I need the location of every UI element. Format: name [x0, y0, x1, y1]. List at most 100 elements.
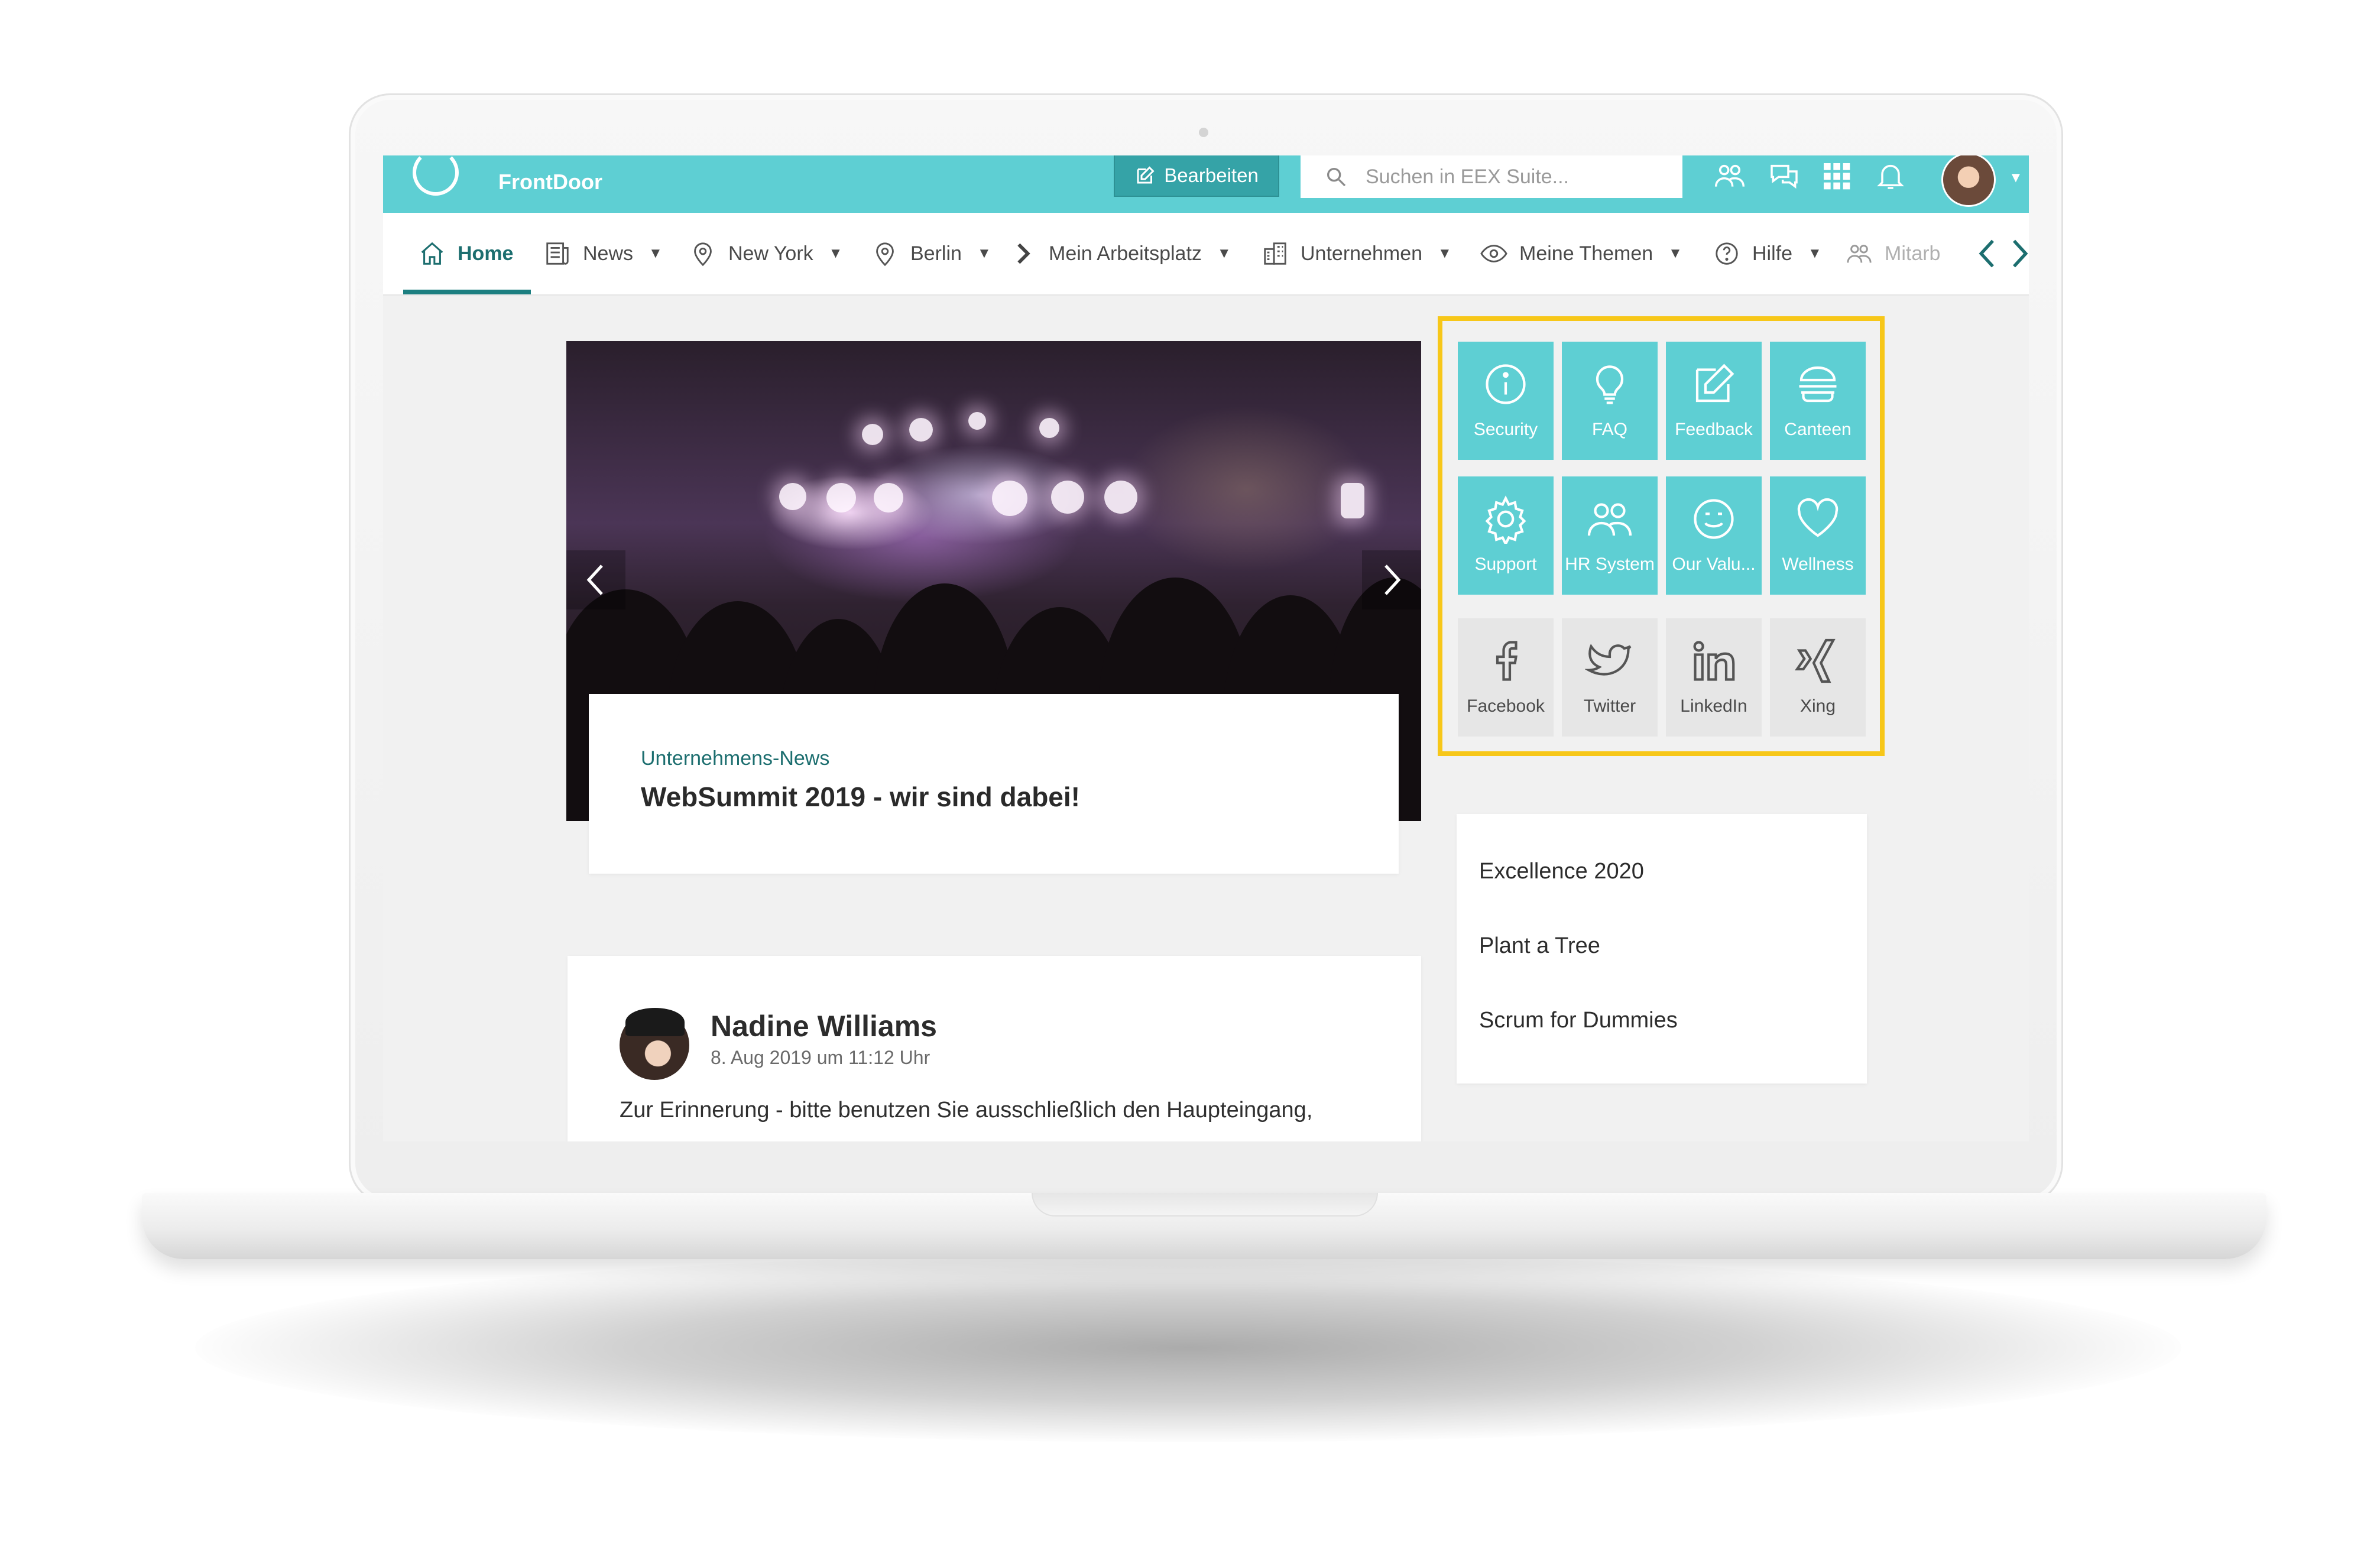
- nav-item-hilfe[interactable]: Hilfe ▼: [1713, 213, 1822, 294]
- quick-link-linkedin[interactable]: LinkedIn: [1666, 618, 1762, 737]
- caret-down-icon: ▼: [1438, 245, 1452, 261]
- edit-button[interactable]: Bearbeiten: [1114, 155, 1279, 197]
- chevron-left-icon[interactable]: [1976, 238, 1999, 270]
- tile-label: Xing: [1799, 696, 1836, 716]
- chevron-right-icon: [1384, 565, 1401, 595]
- home-icon: [421, 242, 443, 265]
- topic-link[interactable]: Scrum for Dummies: [1479, 1005, 1867, 1080]
- lightbulb-icon: [1596, 365, 1624, 404]
- laptop-notch: [1032, 1193, 1378, 1217]
- tile-label: Twitter: [1583, 696, 1636, 716]
- caret-down-icon: ▼: [1808, 245, 1822, 261]
- chevron-right-icon: [1017, 243, 1030, 264]
- nav-item-new-york[interactable]: New York ▼: [689, 213, 842, 294]
- nav-label: Meine Themen: [1519, 242, 1653, 265]
- quick-link-wellness[interactable]: Wellness: [1770, 476, 1866, 595]
- nav-item-home[interactable]: Home: [419, 213, 513, 294]
- smile-icon: [1694, 499, 1734, 539]
- post-date: 8. Aug 2019 um 11:12 Uhr: [711, 1047, 930, 1068]
- laptop-shadow: [195, 1253, 2181, 1442]
- caret-down-icon: ▼: [1668, 245, 1682, 261]
- stage-light: [909, 418, 933, 442]
- nav-item-meine-themen[interactable]: Meine Themen ▼: [1480, 213, 1682, 294]
- search-input[interactable]: Suchen in EEX Suite...: [1301, 155, 1682, 198]
- stage-light: [1104, 481, 1137, 514]
- news-headline[interactable]: WebSummit 2019 - wir sind dabei!: [641, 781, 1347, 813]
- carousel-prev-button[interactable]: [566, 550, 625, 609]
- tile-label: FAQ: [1591, 420, 1627, 439]
- twitter-icon: [1585, 644, 1632, 676]
- tile-label: HR System: [1565, 554, 1655, 574]
- location-pin-icon: [694, 242, 712, 267]
- chat-icon[interactable]: [1768, 159, 1801, 192]
- location-pin-icon: [876, 242, 894, 267]
- quick-link-canteen[interactable]: Canteen: [1770, 342, 1866, 460]
- caret-down-icon[interactable]: ▼: [2009, 170, 2023, 186]
- facebook-icon: [1496, 641, 1518, 681]
- quick-link-twitter[interactable]: Twitter: [1562, 618, 1658, 737]
- nav-item-berlin[interactable]: Berlin ▼: [871, 213, 991, 294]
- quick-link-faq[interactable]: FAQ: [1562, 342, 1658, 460]
- caret-down-icon: ▼: [828, 245, 843, 261]
- people-icon[interactable]: [1713, 159, 1746, 192]
- quick-link-hr-system[interactable]: HR System: [1562, 476, 1658, 595]
- nav-item-news[interactable]: News ▼: [544, 213, 663, 294]
- nav-item-mitarbeiter[interactable]: Mitarb: [1846, 213, 1940, 294]
- stage-light: [862, 424, 883, 445]
- tile-label: LinkedIn: [1680, 696, 1747, 716]
- tile-label: Facebook: [1467, 696, 1545, 716]
- user-avatar[interactable]: [1941, 155, 1996, 207]
- quick-link-our-values[interactable]: Our Valu...: [1666, 476, 1762, 595]
- carousel-next-button[interactable]: [1362, 550, 1421, 609]
- apps-grid-icon[interactable]: [1820, 159, 1853, 192]
- quick-link-feedback[interactable]: Feedback: [1666, 342, 1762, 460]
- tile-label: Support: [1474, 554, 1537, 574]
- newspaper-icon: [546, 242, 569, 265]
- people-icon: [1587, 503, 1632, 536]
- chevron-left-icon: [586, 565, 603, 595]
- caret-down-icon: ▼: [977, 245, 991, 261]
- nav-label: News: [583, 242, 634, 265]
- nav-label: Hilfe: [1752, 242, 1793, 265]
- top-bar: FrontDoor Bearbeiten Suchen in EEX Suite…: [383, 155, 2029, 213]
- quick-link-support[interactable]: Support: [1458, 476, 1554, 595]
- brand-logo-icon[interactable]: [413, 155, 459, 196]
- brand-name[interactable]: FrontDoor: [498, 161, 602, 203]
- tile-label: Wellness: [1782, 554, 1854, 574]
- post-text: Zur Erinnerung - bitte benutzen Sie auss…: [620, 1098, 1313, 1123]
- caret-down-icon: ▼: [1217, 245, 1231, 261]
- post-card: Nadine Williams 8. Aug 2019 um 11:12 Uhr…: [568, 956, 1421, 1141]
- people-icon: [1847, 245, 1872, 263]
- building-icon: [1264, 242, 1286, 265]
- search-icon: [1327, 168, 1346, 187]
- news-category[interactable]: Unternehmens-News: [641, 747, 1347, 770]
- topic-link[interactable]: Excellence 2020: [1479, 857, 1867, 931]
- quick-link-facebook[interactable]: Facebook: [1458, 618, 1554, 737]
- camera-dot: [1199, 128, 1208, 137]
- quick-link-security[interactable]: Security: [1458, 342, 1554, 460]
- nav-item-mein-arbeitsplatz[interactable]: Mein Arbeitsplatz ▼: [1010, 213, 1231, 294]
- nav-label: Berlin: [910, 242, 962, 265]
- main-navigation: Home News ▼ New York ▼ Berlin ▼ Mein Arb…: [383, 213, 2029, 296]
- burger-icon: [1799, 366, 1837, 403]
- post-author[interactable]: Nadine Williams: [711, 1009, 937, 1043]
- chevron-right-icon[interactable]: [2008, 238, 2029, 270]
- nav-label: Mitarb: [1885, 242, 1941, 265]
- edit-button-label: Bearbeiten: [1164, 164, 1259, 186]
- bell-icon[interactable]: [1874, 159, 1907, 192]
- nav-label: Mein Arbeitsplatz: [1049, 242, 1202, 265]
- quick-link-xing[interactable]: Xing: [1770, 618, 1866, 737]
- active-tab-indicator: [403, 290, 531, 294]
- linkedin-icon: [1693, 641, 1735, 681]
- nav-item-unternehmen[interactable]: Unternehmen ▼: [1262, 213, 1452, 294]
- stage-light: [779, 483, 806, 510]
- stage-light: [992, 481, 1027, 516]
- stage-light: [1051, 481, 1084, 514]
- topic-link[interactable]: Plant a Tree: [1479, 931, 1867, 1005]
- author-avatar-hat: [625, 1008, 685, 1036]
- screen: FrontDoor Bearbeiten Suchen in EEX Suite…: [383, 155, 2029, 1141]
- topics-list: Excellence 2020 Plant a Tree Scrum for D…: [1457, 814, 1867, 1084]
- stage-light: [826, 483, 856, 512]
- stage-light: [1341, 483, 1364, 518]
- news-card[interactable]: Unternehmens-News WebSummit 2019 - wir s…: [589, 694, 1399, 874]
